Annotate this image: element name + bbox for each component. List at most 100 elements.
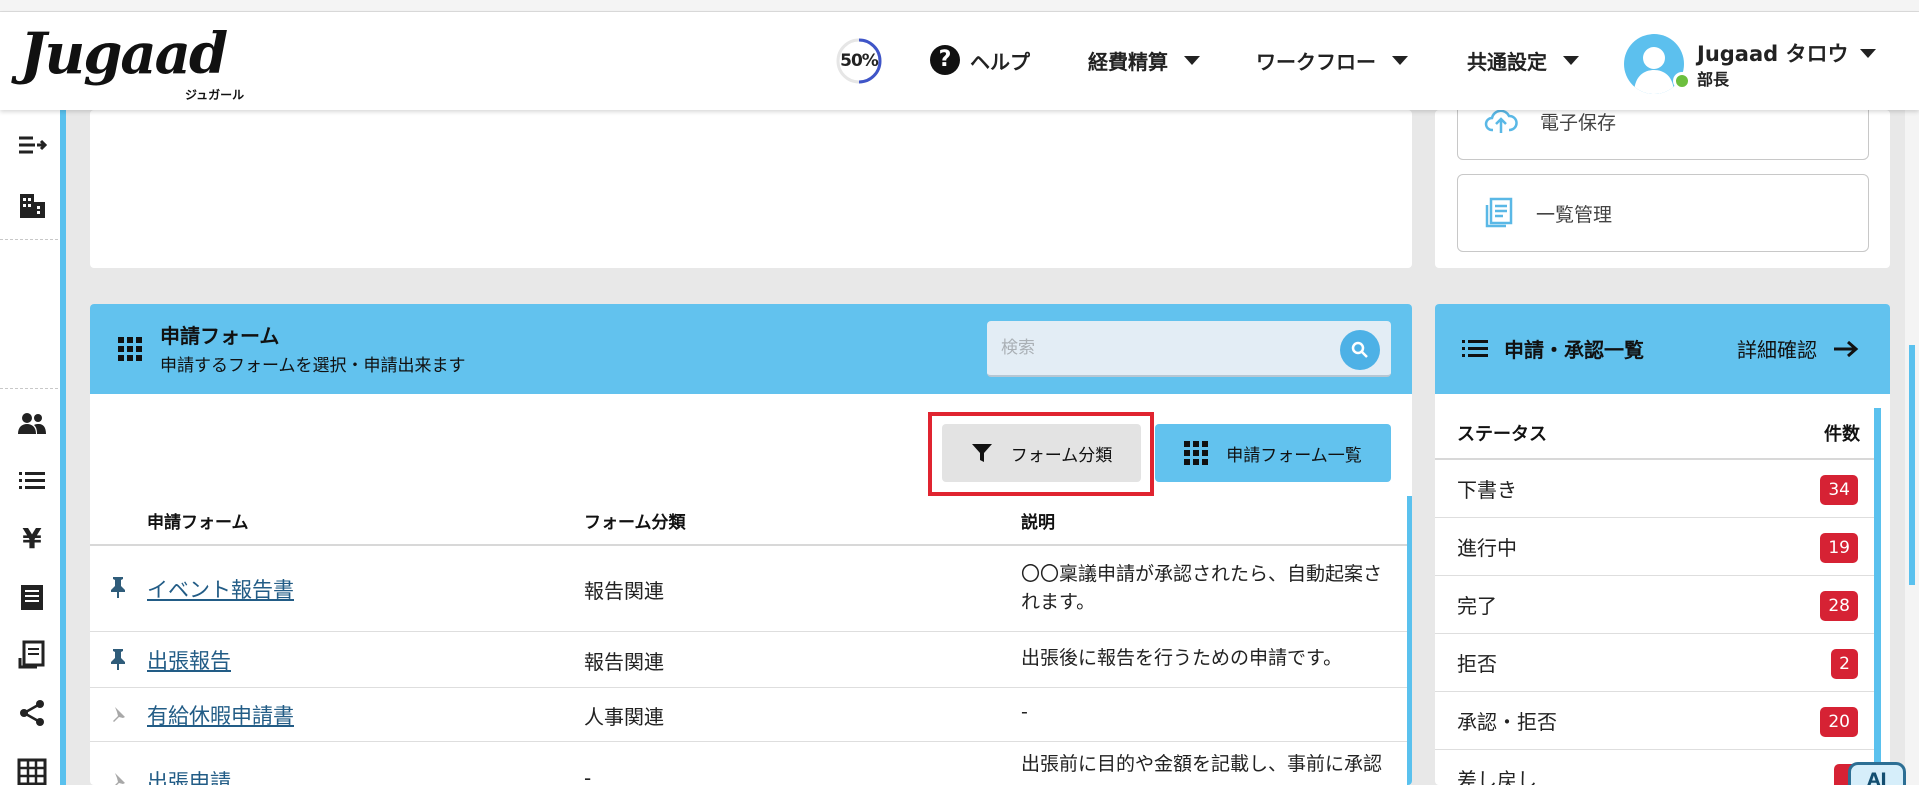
cloud-upload-icon xyxy=(1484,109,1518,133)
status-row[interactable]: 進行中 19 xyxy=(1435,518,1874,576)
status-label: 下書き xyxy=(1457,478,1517,502)
nav-settings[interactable]: 共通設定 xyxy=(1467,44,1579,76)
pin-outline-icon[interactable] xyxy=(108,704,128,726)
form-category: 報告関連 xyxy=(584,650,664,674)
form-list-button[interactable]: 申請フォーム一覧 xyxy=(1155,424,1391,482)
help-label: ヘルプ xyxy=(970,49,1030,74)
list-management-button[interactable]: 一覧管理 xyxy=(1457,174,1869,252)
nav-workflow[interactable]: ワークフロー xyxy=(1256,44,1408,76)
user-role: 部長 xyxy=(1697,70,1730,89)
progress-value: 50% xyxy=(840,51,879,71)
form-category-filter-button[interactable]: フォーム分類 xyxy=(942,424,1141,482)
top-border xyxy=(0,0,1919,12)
share-icon[interactable] xyxy=(17,698,47,728)
form-description: 出張後に報告を行うための申請です。 xyxy=(1021,647,1343,669)
pin-icon[interactable] xyxy=(108,576,128,598)
form-category: - xyxy=(584,766,592,785)
top-left-card xyxy=(90,110,1412,268)
form-list-button-label: 申請フォーム一覧 xyxy=(1226,445,1362,466)
detail-link[interactable]: 詳細確認 xyxy=(1737,334,1859,363)
pin-outline-icon[interactable] xyxy=(108,770,128,785)
chevron-down-icon xyxy=(1563,55,1579,65)
form-link[interactable]: 出張報告 xyxy=(147,645,231,675)
user-menu[interactable]: Jugaad タロウ xyxy=(1697,38,1877,68)
column-header-count: 件数 xyxy=(1824,424,1860,445)
help-icon: ? xyxy=(930,45,960,75)
status-label: 完了 xyxy=(1457,594,1497,618)
form-description: - xyxy=(1021,701,1028,723)
app-logo[interactable]: Jugaad ジュガール xyxy=(20,24,250,104)
search-icon xyxy=(1351,341,1368,358)
ai-assistant-button[interactable]: AI xyxy=(1848,762,1906,785)
count-badge: 28 xyxy=(1820,591,1858,621)
form-link[interactable]: 有給休暇申請書 xyxy=(147,700,294,730)
pin-icon[interactable] xyxy=(108,648,128,670)
application-form-panel: 申請フォーム 申請するフォームを選択・申請出来ます フォーム分類 申請フォーム一… xyxy=(90,304,1412,785)
form-panel-subtitle: 申請するフォームを選択・申請出来ます xyxy=(160,356,466,376)
invoice-icon[interactable] xyxy=(17,640,47,670)
chevron-down-icon xyxy=(1392,55,1408,65)
form-description: 〇〇稟議申請が承認されたら、自動起案さ れます。 xyxy=(1021,560,1412,616)
table-row: 出張報告 報告関連 出張後に報告を行うための申請です。 xyxy=(90,632,1412,688)
building-icon[interactable] xyxy=(17,190,47,220)
status-label: 拒否 xyxy=(1457,652,1497,676)
nav-expense[interactable]: 経費精算 xyxy=(1088,44,1200,76)
status-panel-scrollbar[interactable] xyxy=(1874,408,1881,785)
status-row[interactable]: 完了 28 xyxy=(1435,576,1874,634)
status-panel-header: 申請・承認一覧 詳細確認 xyxy=(1435,304,1890,394)
sidebar-accent-bar xyxy=(60,110,66,785)
list-icon xyxy=(1462,340,1488,357)
search-box xyxy=(987,321,1391,377)
description-line: 〇〇稟議申請が承認されたら、自動起案さ xyxy=(1021,563,1383,585)
logo-text: Jugaad xyxy=(20,21,228,87)
nav-settings-label: 共通設定 xyxy=(1467,49,1547,74)
status-row[interactable]: 拒否 2 xyxy=(1435,634,1874,692)
column-header-category: フォーム分類 xyxy=(584,513,686,533)
nav-workflow-label: ワークフロー xyxy=(1256,49,1376,74)
list-icon[interactable] xyxy=(17,466,47,496)
count-badge: 34 xyxy=(1820,475,1858,505)
description-line: れます。 xyxy=(1021,591,1096,613)
chevron-down-icon xyxy=(1184,55,1200,65)
table-icon[interactable] xyxy=(17,756,47,785)
form-description: 出張前に目的や金額を記載し、事前に承認 xyxy=(1021,753,1383,775)
status-label: 差し戻し xyxy=(1457,768,1537,785)
collapse-menu-icon[interactable] xyxy=(17,132,48,162)
page-scrollbar[interactable] xyxy=(1909,345,1915,585)
status-label: 承認・拒否 xyxy=(1457,710,1557,734)
search-input[interactable] xyxy=(1001,331,1331,365)
form-link[interactable]: 出張申請 xyxy=(147,766,231,785)
column-header-form: 申請フォーム xyxy=(147,513,249,533)
user-name: Jugaad タロウ xyxy=(1697,42,1849,66)
form-panel-header: 申請フォーム 申請するフォームを選択・申請出来ます xyxy=(90,304,1412,394)
receipt-icon[interactable] xyxy=(17,582,47,612)
sidebar-divider xyxy=(0,239,58,240)
status-row[interactable]: 下書き 34 xyxy=(1435,460,1874,518)
list-management-label: 一覧管理 xyxy=(1536,203,1613,226)
form-panel-title: 申請フォーム xyxy=(160,324,280,348)
nav-expense-label: 経費精算 xyxy=(1088,49,1168,74)
form-link[interactable]: イベント報告書 xyxy=(147,574,294,604)
progress-ring[interactable]: 50% xyxy=(835,37,883,85)
status-row[interactable]: 承認・拒否 20 xyxy=(1435,692,1874,750)
users-icon[interactable] xyxy=(17,408,47,438)
detail-link-label: 詳細確認 xyxy=(1737,338,1817,362)
electronic-storage-label: 電子保存 xyxy=(1540,111,1617,134)
column-header-description: 説明 xyxy=(1021,513,1055,533)
left-sidebar: ¥ xyxy=(0,110,60,785)
yen-icon[interactable]: ¥ xyxy=(17,524,47,554)
chevron-down-icon xyxy=(1860,48,1877,58)
help-menu[interactable]: ? ヘルプ xyxy=(930,44,1030,76)
search-button[interactable] xyxy=(1340,330,1380,370)
table-row: イベント報告書 報告関連 〇〇稟議申請が承認されたら、自動起案さ れます。 xyxy=(90,546,1412,632)
form-category: 人事関連 xyxy=(584,705,664,729)
logo-subtext: ジュガール xyxy=(185,88,245,102)
column-header-status: ステータス xyxy=(1457,424,1547,445)
grid-icon xyxy=(118,337,142,361)
form-panel-scrollbar[interactable] xyxy=(1407,496,1412,785)
status-label: 進行中 xyxy=(1457,536,1517,560)
status-row[interactable]: 差し戻し xyxy=(1435,750,1874,785)
form-category: 報告関連 xyxy=(584,579,664,603)
table-row: 出張申請 - 出張前に目的や金額を記載し、事前に承認 xyxy=(90,742,1412,785)
online-status-dot xyxy=(1673,72,1691,90)
